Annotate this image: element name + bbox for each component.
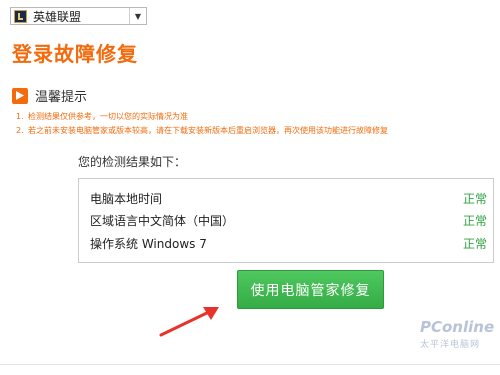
result-status: 正常 bbox=[462, 214, 487, 228]
divider bbox=[0, 364, 500, 365]
repair-button[interactable]: 使用电脑管家修复 bbox=[237, 270, 384, 309]
result-row: 电脑本地时间 正常 bbox=[90, 190, 487, 208]
tip-item: 2. 若之前未安装电脑管家或版本较高，请在下载安装新版本后重启浏览器，再次使用该功… bbox=[16, 124, 388, 138]
tip-list: 1. 检测结果仅供参考，一切以您的实际情况为准 2. 若之前未安装电脑管家或版本较高… bbox=[16, 110, 388, 138]
tip-number: 1. bbox=[16, 112, 24, 121]
result-row: 操作系统 Windows 7 正常 bbox=[90, 235, 487, 253]
page-title: 登录故障修复 bbox=[12, 42, 138, 66]
tip-item: 1. 检测结果仅供参考，一切以您的实际情况为准 bbox=[16, 110, 388, 124]
result-status: 正常 bbox=[462, 192, 487, 206]
tip-number: 2. bbox=[16, 126, 24, 135]
result-label: 操作系统 Windows 7 bbox=[90, 237, 207, 251]
arrow-annotation-icon bbox=[159, 307, 219, 337]
game-select-value: 英雄联盟 bbox=[33, 9, 82, 24]
game-select-dropdown[interactable]: 英雄联盟 ▼ bbox=[10, 7, 147, 25]
tip-header: 温馨提示 bbox=[12, 86, 87, 105]
watermark-logo: PConline bbox=[420, 318, 495, 336]
result-panel: 电脑本地时间 正常 区域语言中文简体（中国） 正常 操作系统 Windows 7… bbox=[78, 178, 494, 263]
result-label: 电脑本地时间 bbox=[90, 192, 163, 206]
chevron-down-icon[interactable]: ▼ bbox=[129, 8, 146, 24]
result-label: 区域语言中文简体（中国） bbox=[90, 214, 235, 228]
tip-text: 检测结果仅供参考，一切以您的实际情况为准 bbox=[28, 112, 188, 121]
watermark: PConline 太平洋电脑网 bbox=[420, 318, 494, 350]
league-logo-icon bbox=[14, 9, 27, 23]
result-heading: 您的检测结果如下： bbox=[78, 155, 187, 169]
watermark-subtitle: 太平洋电脑网 bbox=[420, 340, 481, 350]
play-icon bbox=[12, 87, 28, 104]
result-row: 区域语言中文简体（中国） 正常 bbox=[90, 212, 487, 230]
result-status: 正常 bbox=[462, 237, 487, 251]
tip-text: 若之前未安装电脑管家或版本较高，请在下载安装新版本后重启浏览器，再次使用该功能进… bbox=[28, 126, 388, 135]
tip-title: 温馨提示 bbox=[35, 90, 88, 105]
